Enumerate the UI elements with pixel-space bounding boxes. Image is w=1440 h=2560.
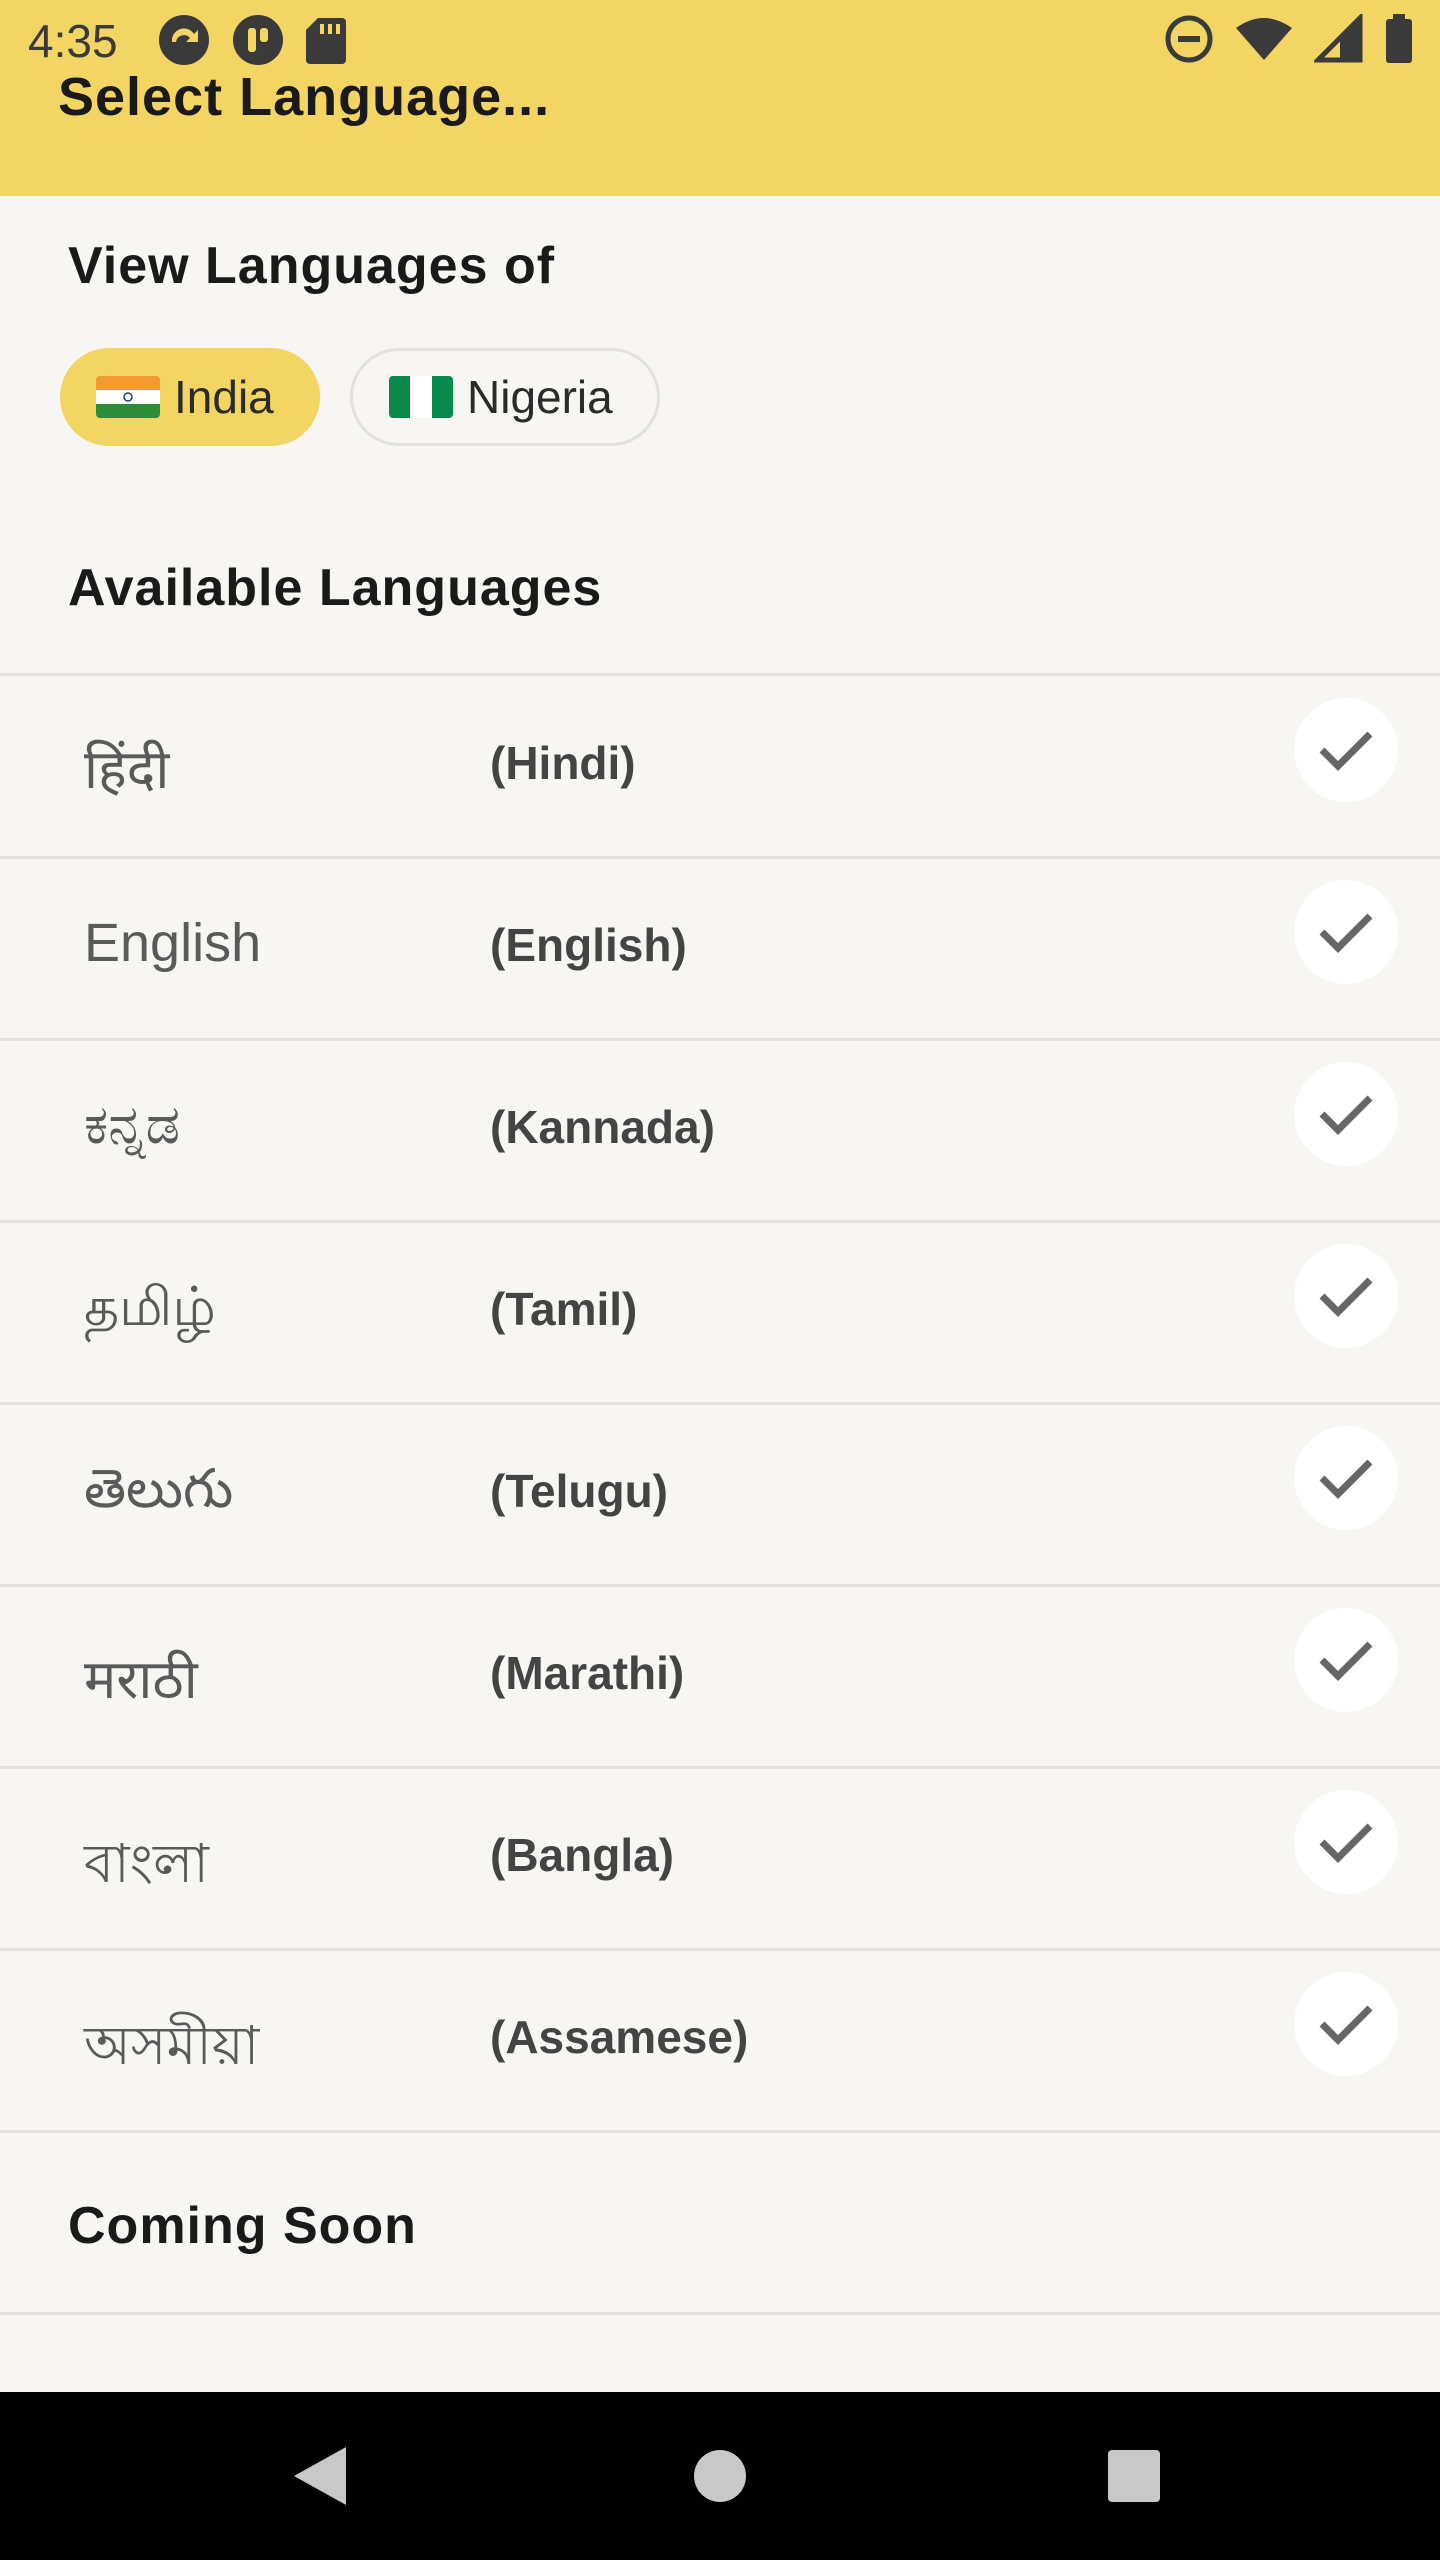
english-name: (Hindi) xyxy=(490,737,636,789)
check-icon[interactable] xyxy=(1294,880,1398,984)
language-row-telugu[interactable]: తెలుగు (Telugu) xyxy=(0,1404,1440,1586)
native-name: English xyxy=(84,913,262,973)
recents-icon[interactable] xyxy=(1074,2392,1194,2560)
navigation-bar xyxy=(0,2392,1440,2560)
language-row-english[interactable]: English (English) xyxy=(0,858,1440,1040)
sd-card-icon xyxy=(304,12,348,73)
english-name: (Bangla) xyxy=(490,1829,674,1881)
language-row-assamese[interactable]: অসমীয়া (Assamese) xyxy=(0,1950,1440,2132)
battery-icon xyxy=(1384,14,1414,69)
english-name: (Assamese) xyxy=(490,2011,749,2063)
language-row-tamil[interactable]: தமிழ் (Tamil) xyxy=(0,1222,1440,1404)
language-row-bangla[interactable]: বাংলা (Bangla) xyxy=(0,1768,1440,1950)
native-name: తెలుగు xyxy=(84,1459,234,1519)
check-icon[interactable] xyxy=(1294,698,1398,802)
english-name: (English) xyxy=(490,919,687,971)
native-name: ಕನ್ನಡ xyxy=(84,1095,181,1155)
native-name: हिंदी xyxy=(84,740,170,800)
english-name: (Marathi) xyxy=(490,1647,685,1699)
language-row-hindi[interactable]: हिंदी (Hindi) xyxy=(0,676,1440,858)
sync-icon xyxy=(156,12,212,73)
language-row-kannada[interactable]: ಕನ್ನಡ (Kannada) xyxy=(0,1040,1440,1222)
nigeria-flag-icon xyxy=(389,376,453,418)
divider xyxy=(0,2312,1440,2315)
app-icon xyxy=(230,12,286,73)
divider xyxy=(0,2130,1440,2133)
signal-icon xyxy=(1311,11,1364,69)
chip-label: Nigeria xyxy=(467,371,613,423)
language-row-marathi[interactable]: मराठी (Marathi) xyxy=(0,1586,1440,1768)
status-time: 4:35 xyxy=(28,15,118,67)
coming-soon-heading: Coming Soon xyxy=(68,2197,417,2255)
native-name: অসমীয়া xyxy=(84,2016,260,2076)
status-right-icons xyxy=(1164,11,1414,69)
wifi-icon xyxy=(1234,16,1294,67)
do-not-disturb-icon xyxy=(1164,14,1214,69)
check-icon[interactable] xyxy=(1294,1972,1398,2076)
check-icon[interactable] xyxy=(1294,1608,1398,1712)
native-name: தமிழ் xyxy=(84,1277,216,1337)
native-name: मराठी xyxy=(84,1650,198,1710)
country-chip-india[interactable]: India xyxy=(60,348,320,446)
app-bar: 4:35 Select Language... xyxy=(0,0,1440,196)
check-icon[interactable] xyxy=(1294,1244,1398,1348)
check-icon[interactable] xyxy=(1294,1062,1398,1166)
available-languages-heading: Available Languages xyxy=(68,559,603,617)
english-name: (Tamil) xyxy=(490,1283,638,1335)
chip-label: India xyxy=(174,371,274,423)
country-chip-nigeria[interactable]: Nigeria xyxy=(350,348,660,446)
status-left-icons xyxy=(156,12,348,73)
page-title: Select Language... xyxy=(58,67,551,127)
india-flag-icon xyxy=(96,376,160,418)
english-name: (Telugu) xyxy=(490,1465,668,1517)
check-icon[interactable] xyxy=(1294,1790,1398,1894)
check-icon[interactable] xyxy=(1294,1426,1398,1530)
view-languages-heading: View Languages of xyxy=(68,237,556,295)
home-icon[interactable] xyxy=(660,2392,780,2560)
native-name: বাংলা xyxy=(84,1834,209,1894)
back-icon[interactable] xyxy=(260,2392,380,2560)
english-name: (Kannada) xyxy=(490,1101,715,1153)
